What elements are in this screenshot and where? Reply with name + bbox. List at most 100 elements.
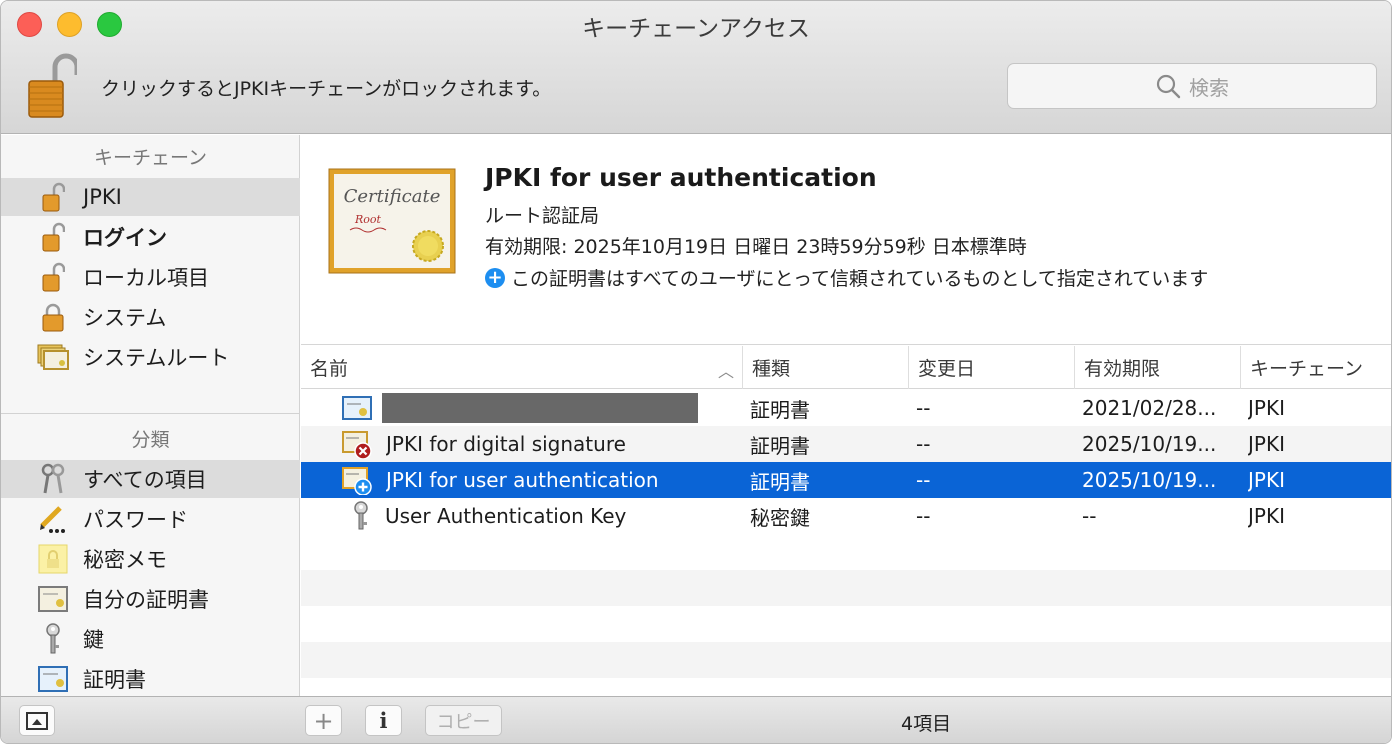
keychain-cell: JPKI [1248, 504, 1285, 528]
column-header-expires[interactable]: 有効期限 [1074, 346, 1240, 389]
lock-open-icon [37, 181, 69, 213]
table-row[interactable]: User Authentication Key 秘密鍵 -- -- JPKI [301, 498, 1391, 534]
sort-ascending-icon: ︿ [717, 362, 734, 381]
modified-cell: -- [916, 504, 931, 528]
sidebar-item-label: ローカル項目 [83, 266, 209, 290]
column-header-modified[interactable]: 変更日 [908, 346, 1074, 389]
certificates-icon [37, 341, 69, 373]
certificate-invalid-icon [342, 431, 372, 459]
sidebar-item-label: パスワード [83, 508, 188, 532]
sidebar-item-my-certificates[interactable]: 自分の証明書 [1, 580, 300, 618]
categories-header: 分類 [131, 429, 170, 451]
sidebar-item-system-roots[interactable]: システムルート [1, 338, 300, 376]
lock-closed-icon [37, 301, 69, 333]
expires-cell: -- [1082, 504, 1097, 528]
item-count: 4項目 [901, 713, 952, 735]
cert-image-text: Certificate [344, 186, 441, 207]
certificate-trusted-icon [342, 467, 372, 495]
sidebar-item-passwords[interactable]: パスワード [1, 500, 300, 538]
name-cell: JPKI for digital signature [386, 432, 626, 456]
kind-cell: 証明書 [750, 397, 810, 422]
detail-trust: + この証明書はすべてのユーザにとって信頼されているものとして指定されています [485, 264, 1208, 291]
detail-expires: 有効期限: 2025年10月19日 日曜日 23時59分59秒 日本標準時 [485, 236, 1027, 258]
search-field[interactable]: 検索 [1007, 63, 1377, 109]
sidebar-item-label: システムルート [83, 346, 230, 370]
certificate-large-icon: Certificate Root [328, 168, 456, 274]
sidebar-item-jpki[interactable]: JPKI [1, 178, 300, 216]
my-certificate-icon [37, 583, 69, 615]
expires-cell: 2025/10/19... [1082, 432, 1217, 456]
keychain-cell: JPKI [1248, 396, 1285, 420]
column-label: 有効期限 [1084, 358, 1161, 380]
keychain-window: キーチェーンアクセス クリックするとJPKIキーチェーンがロックされます。 検索… [0, 0, 1392, 744]
lock-open-icon [37, 261, 69, 293]
sidebar-item-system[interactable]: システム [1, 298, 300, 336]
table-row[interactable]: 証明書 -- 2021/02/28... JPKI [301, 390, 1391, 426]
keychains-header: キーチェーン [93, 147, 208, 169]
bottom-bar: + i コピー 4項目 [1, 696, 1391, 743]
empty-row [301, 642, 1391, 678]
sidebar-item-secure-notes[interactable]: 秘密メモ [1, 540, 300, 578]
cert-image-subtext: Root [354, 213, 382, 226]
sidebar: キーチェーン JPKI ログイン ローカル項目 システム システムルート 分類 … [1, 135, 300, 696]
detail-kind: ルート認証局 [485, 205, 600, 227]
empty-row [301, 570, 1391, 606]
add-item-button[interactable]: + [305, 705, 342, 736]
sidebar-item-label: 証明書 [83, 668, 146, 692]
sidebar-item-label: ログイン [83, 226, 167, 250]
redacted-name [382, 393, 698, 423]
sidebar-item-label: 秘密メモ [83, 548, 167, 572]
sidebar-item-label: 鍵 [83, 628, 104, 652]
trusted-plus-icon: + [485, 267, 505, 288]
show-sidebar-button[interactable] [19, 705, 55, 736]
kind-cell: 秘密鍵 [750, 505, 810, 530]
name-cell: User Authentication Key [385, 504, 627, 528]
kind-cell: 証明書 [750, 469, 810, 494]
expires-cell: 2021/02/28... [1082, 396, 1217, 420]
items-table: 名前 ︿ 種類 変更日 有効期限 キーチェーン 証明書 -- 2021/02/2… [301, 346, 1391, 696]
trust-text: この証明書はすべてのユーザにとって信頼されているものとして指定されています [511, 268, 1209, 290]
sidebar-item-certificates[interactable]: 証明書 [1, 660, 300, 698]
sidebar-item-local[interactable]: ローカル項目 [1, 258, 300, 296]
info-icon: i [379, 708, 388, 733]
window-title: キーチェーンアクセス [582, 16, 810, 42]
expires-cell: 2025/10/19... [1082, 468, 1217, 492]
lock-open-icon[interactable] [27, 53, 77, 119]
sidebar-item-label: すべての項目 [83, 468, 207, 492]
detail-pane: Certificate Root JPKI for user authentic… [301, 135, 1391, 345]
plus-icon: + [313, 706, 334, 735]
certificate-icon [342, 396, 372, 420]
secure-note-icon [37, 543, 69, 575]
pencil-password-icon [37, 503, 69, 535]
column-header-name[interactable]: 名前 ︿ [301, 346, 742, 389]
toolbar: キーチェーンアクセス クリックするとJPKIキーチェーンがロックされます。 検索 [1, 1, 1391, 134]
column-header-kind[interactable]: 種類 [742, 346, 908, 389]
keychain-cell: JPKI [1248, 432, 1285, 456]
sidebar-item-keys[interactable]: 鍵 [1, 620, 300, 658]
copy-button[interactable]: コピー [425, 705, 502, 736]
sidebar-item-login[interactable]: ログイン [1, 218, 300, 256]
column-label: 名前 [310, 358, 349, 380]
table-row-selected[interactable]: JPKI for user authentication 証明書 -- 2025… [301, 462, 1391, 498]
name-cell: JPKI for user authentication [386, 468, 659, 492]
column-label: 変更日 [918, 358, 976, 380]
sidebar-divider [1, 413, 300, 414]
keychain-cell: JPKI [1248, 468, 1285, 492]
info-button[interactable]: i [365, 705, 402, 736]
sidebar-item-label: JPKI [83, 185, 122, 209]
lock-open-icon [37, 221, 69, 253]
table-row[interactable]: JPKI for digital signature 証明書 -- 2025/1… [301, 426, 1391, 462]
certificate-icon [37, 663, 69, 695]
key-icon [37, 623, 69, 655]
sidebar-item-label: システム [83, 306, 167, 330]
name-cell [382, 390, 722, 426]
kind-cell: 証明書 [750, 433, 810, 458]
column-header-keychain[interactable]: キーチェーン [1240, 346, 1391, 389]
sidebar-item-all-items[interactable]: すべての項目 [1, 460, 300, 498]
modified-cell: -- [916, 432, 931, 456]
keys-icon [37, 463, 69, 495]
detail-title: JPKI for user authentication [485, 163, 877, 192]
lock-message[interactable]: クリックするとJPKIキーチェーンがロックされます。 [101, 74, 551, 101]
sidebar-item-label: 自分の証明書 [83, 588, 209, 612]
modified-cell: -- [916, 396, 931, 420]
